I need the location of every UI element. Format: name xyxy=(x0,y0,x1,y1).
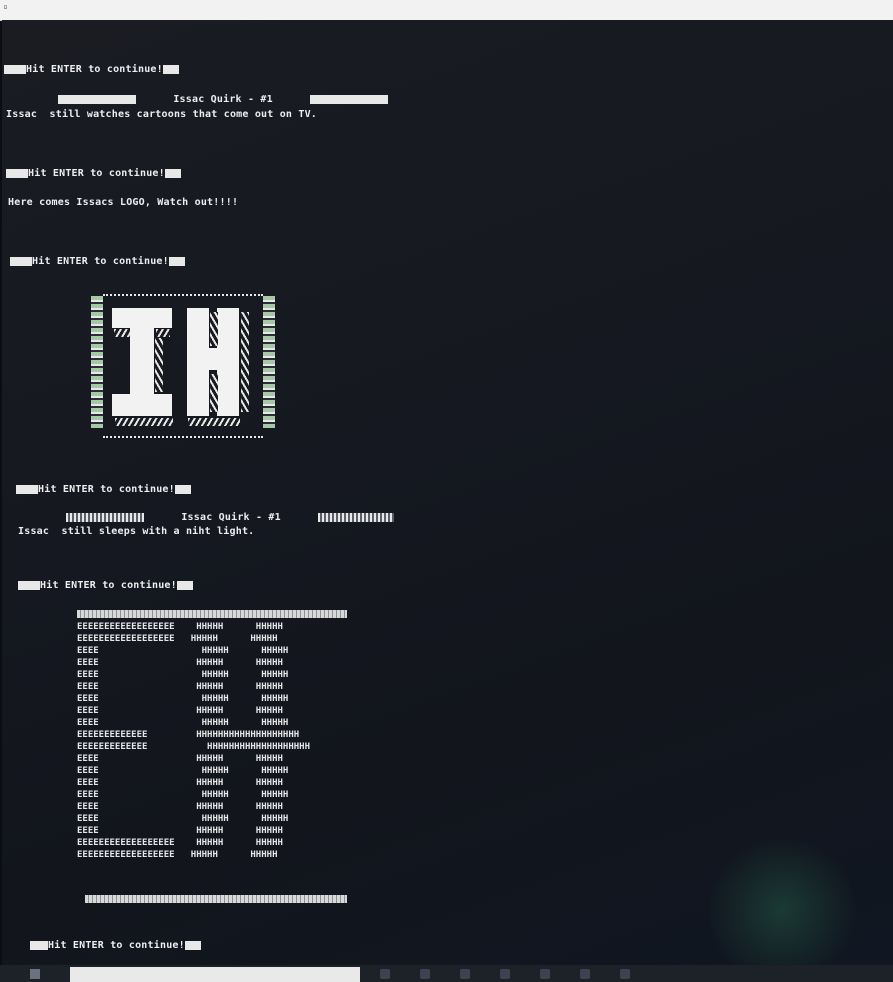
logo-bottom-bar xyxy=(85,895,347,903)
continue-prompt-4: Hit ENTER to continue! xyxy=(16,484,191,495)
logo-row: EEEEEEEEEEEEE HHHHHHHHHHHHHHHHHHH xyxy=(77,730,300,740)
logo-row: EEEE HHHHH HHHHH xyxy=(77,658,283,668)
logo-row: EEEE HHHHH HHHHH xyxy=(77,682,283,692)
logo-row: EEEE HHHHH HHHHH xyxy=(77,802,283,812)
logo-shadow xyxy=(210,374,218,412)
continue-prompt-2: Hit ENTER to continue! xyxy=(6,168,181,179)
letter-i-bottom xyxy=(112,394,172,416)
taskbar-app-icon[interactable] xyxy=(540,969,550,979)
logo-row: EEEE HHHHH HHHHH xyxy=(77,670,289,680)
logo-row: EEEE HHHHH HHHHH xyxy=(77,706,283,716)
taskbar-app-icon[interactable] xyxy=(500,969,510,979)
logo-row: EEEE HHHHH HHHHH xyxy=(77,826,283,836)
logo-right-border xyxy=(263,296,275,428)
logo-intro-text: Here comes Issacs LOGO, Watch out!!!! xyxy=(8,197,239,208)
logo-top-bar xyxy=(77,610,347,618)
letter-h-bar xyxy=(207,348,221,370)
letter-i-top xyxy=(112,308,172,328)
logo-row: EEEE HHHHH HHHHH xyxy=(77,778,283,788)
continue-prompt-5: Hit ENTER to continue! xyxy=(18,580,193,591)
taskbar-app-icon[interactable] xyxy=(380,969,390,979)
logo-shadow xyxy=(155,338,163,392)
taskbar-app-icon[interactable] xyxy=(620,969,630,979)
continue-prompt-3: Hit ENTER to continue! xyxy=(10,256,185,267)
window-title-bar: ▫ xyxy=(0,0,893,21)
taskbar-app-icon[interactable] xyxy=(460,969,470,979)
screen-reflection xyxy=(702,840,862,965)
eh-logo-rows: EEEEEEEEEEEEEEEEEE HHHHH HHHHH EEEEEEEEE… xyxy=(77,621,310,861)
taskbar xyxy=(0,965,893,982)
ih-ascii-logo xyxy=(87,288,279,460)
start-icon[interactable] xyxy=(30,969,40,979)
quirk-text-1: Issac still watches cartoons that come o… xyxy=(6,109,318,120)
logo-row: EEEE HHHHH HHHHH xyxy=(77,646,289,656)
logo-left-border xyxy=(91,296,103,428)
logo-row: EEEE HHHHH HHHHH xyxy=(77,790,289,800)
logo-row: EEEEEEEEEEEEEEEEEE HHHHH HHHHH xyxy=(77,838,283,848)
quirk-header-1: Issac Quirk - #1 xyxy=(58,94,389,105)
logo-row: EEEEEEEEEEEEE HHHHHHHHHHHHHHHHHHH xyxy=(77,742,310,752)
console-window[interactable]: Hit ENTER to continue! Issac Quirk - #1 … xyxy=(2,20,893,965)
logo-row: EEEE HHHHH HHHHH xyxy=(77,766,289,776)
eh-ascii-logo: EEEEEEEEEEEEEEEEEE HHHHH HHHHH EEEEEEEEE… xyxy=(75,610,365,927)
quirk-text-2: Issac still sleeps with a niht light. xyxy=(18,526,255,537)
logo-shadow xyxy=(115,418,173,426)
logo-row: EEEE HHHHH HHHHH xyxy=(77,694,289,704)
continue-prompt-1: Hit ENTER to continue! xyxy=(4,64,179,75)
logo-row: EEEE HHHHH HHHHH xyxy=(77,754,283,764)
continue-prompt-6: Hit ENTER to continue! xyxy=(30,940,201,951)
logo-shadow xyxy=(156,329,170,337)
logo-shadow xyxy=(210,312,218,346)
logo-row: EEEEEEEEEEEEEEEEEE HHHHH HHHHH xyxy=(77,850,278,860)
logo-row: EEEE HHHHH HHHHH xyxy=(77,814,289,824)
taskbar-app-icon[interactable] xyxy=(420,969,430,979)
letter-h-left xyxy=(187,308,209,416)
logo-row: EEEE HHHHH HHHHH xyxy=(77,718,289,728)
taskbar-search-box[interactable] xyxy=(70,967,360,982)
logo-row: EEEEEEEEEEEEEEEEEE HHHHH HHHHH xyxy=(77,622,283,632)
letter-i-stem xyxy=(130,326,154,396)
logo-shadow xyxy=(188,418,240,426)
logo-row: EEEEEEEEEEEEEEEEEE HHHHH HHHHH xyxy=(77,634,278,644)
taskbar-app-icon[interactable] xyxy=(580,969,590,979)
quirk-header-2: Issac Quirk - #1 xyxy=(66,512,395,523)
logo-shadow xyxy=(241,312,249,412)
logo-shadow xyxy=(114,329,130,337)
app-icon: ▫ xyxy=(3,2,8,11)
